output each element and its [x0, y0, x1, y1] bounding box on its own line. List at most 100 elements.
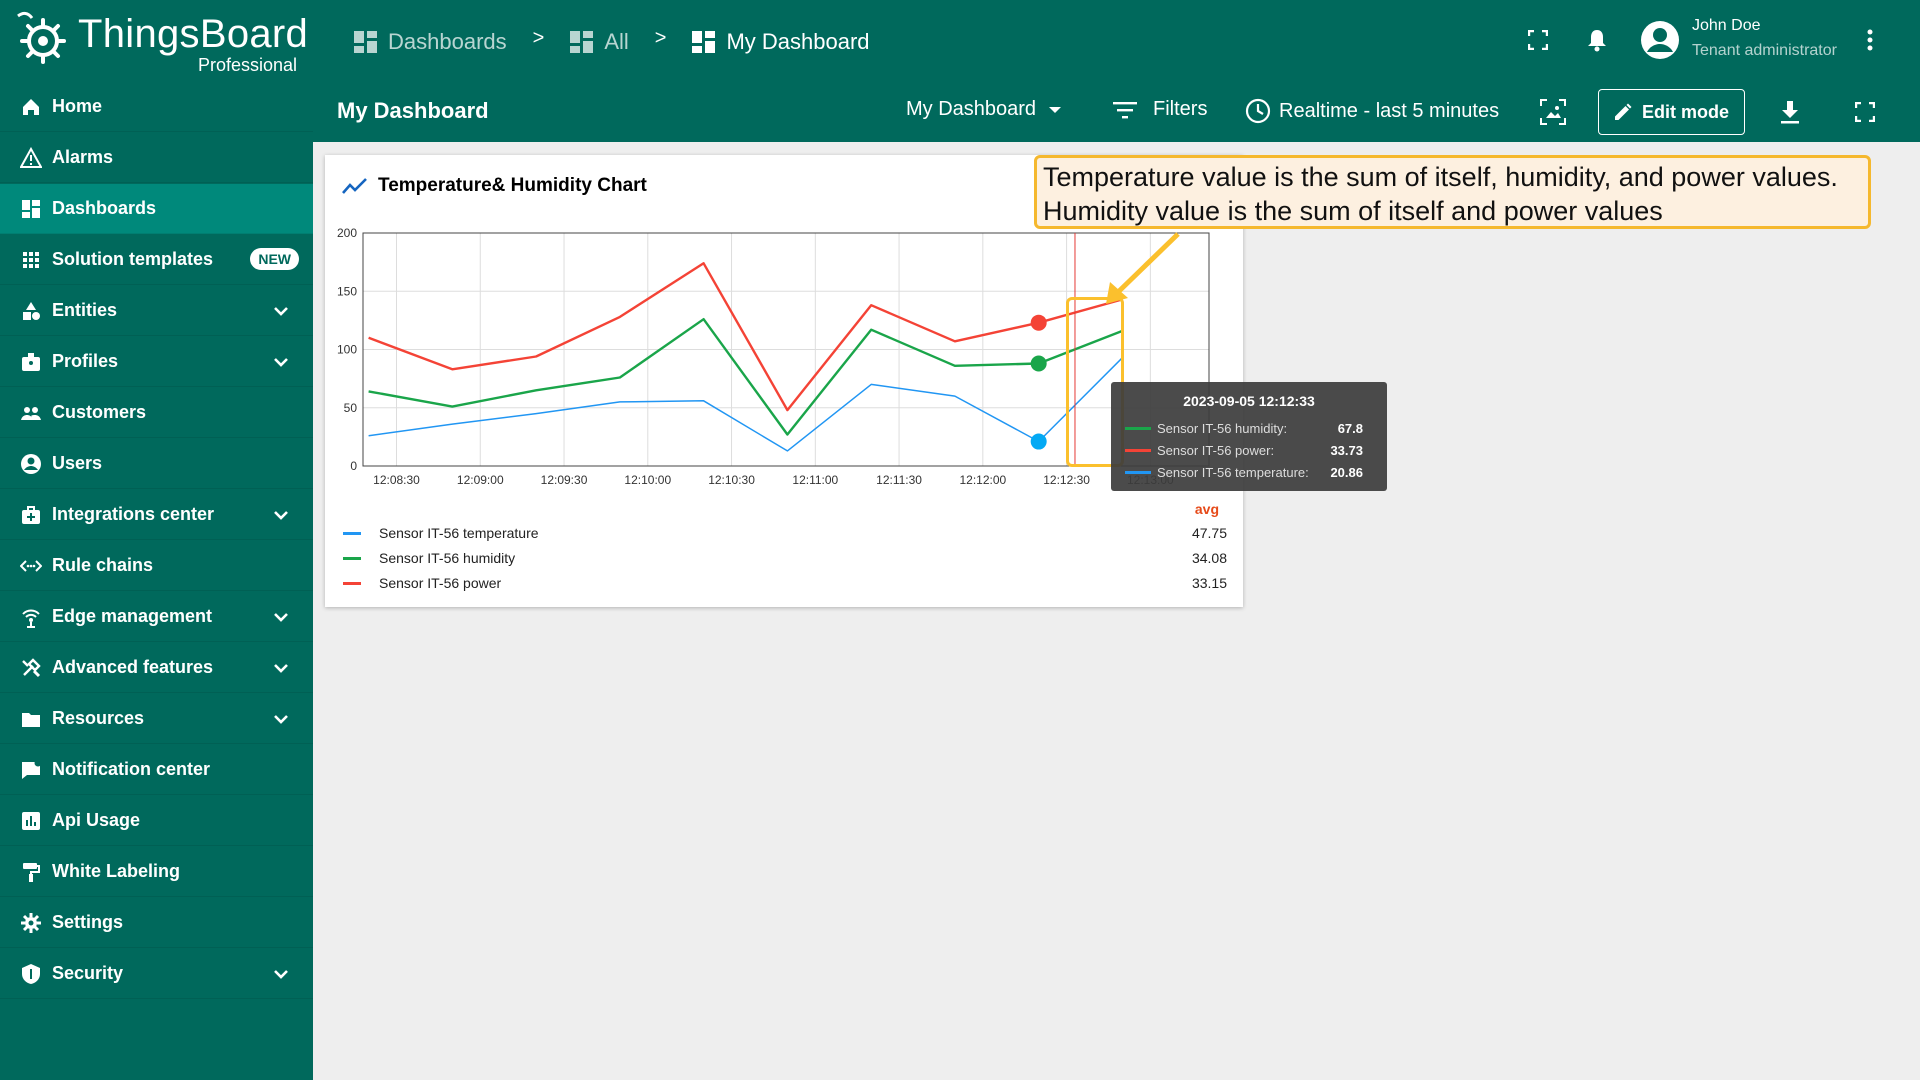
fullscreen-icon: [1528, 30, 1548, 50]
breadcrumb-all[interactable]: All: [570, 29, 629, 55]
category-icon: [20, 300, 42, 322]
sidebar-item-white-labeling[interactable]: White Labeling: [0, 847, 313, 897]
timewindow-button[interactable]: Realtime - last 5 minutes: [1245, 98, 1499, 124]
sidebar-item-solution-templates[interactable]: Solution templates NEW: [0, 235, 313, 285]
sidebar-item-customers[interactable]: Customers: [0, 388, 313, 438]
legend-series-name: Sensor IT-56 temperature: [379, 525, 539, 541]
sidebar-item-rule-chains[interactable]: Rule chains: [0, 541, 313, 591]
breadcrumb-my-dashboard: My Dashboard: [692, 29, 870, 55]
sidebar-item-dashboards[interactable]: Dashboards: [0, 184, 313, 234]
breadcrumb-separator: >: [532, 26, 545, 49]
format-paint-icon: [20, 861, 42, 883]
legend-swatch: [343, 556, 361, 560]
series-line[interactable]: [368, 357, 1123, 452]
sidebar-item-alarms[interactable]: Alarms: [0, 133, 313, 183]
fullscreen-button[interactable]: [1523, 25, 1553, 55]
arrow-drop-down-icon: [1049, 106, 1062, 113]
sidebar-item-security[interactable]: Security: [0, 949, 313, 999]
sidebar-item-label: Advanced features: [52, 657, 214, 677]
chevron-down-icon[interactable]: [271, 301, 291, 321]
sidebar-item-integrations-center[interactable]: Integrations center: [0, 490, 313, 540]
download-button[interactable]: [1775, 97, 1805, 127]
x-tick-label: 12:09:00: [457, 473, 504, 487]
sidebar-item-label: Profiles: [52, 351, 119, 371]
legend-row[interactable]: Sensor IT-56 temperature 47.75: [337, 521, 1227, 545]
sidebar-item-settings[interactable]: Settings: [0, 898, 313, 948]
more-vert-icon: [1867, 29, 1873, 51]
tooltip-row: Sensor IT-56 humidity: 67.8: [1125, 418, 1375, 438]
top-app-bar: ThingsBoard Professional Dashboards > Al…: [0, 0, 1920, 82]
legend-swatch: [343, 531, 361, 535]
tooltip-timestamp: 2023-09-05 12:12:33: [1183, 393, 1315, 409]
sidebar-item-users[interactable]: Users: [0, 439, 313, 489]
user-avatar[interactable]: [1640, 20, 1680, 60]
sidebar-item-resources[interactable]: Resources: [0, 694, 313, 744]
user-role: Tenant administrator: [1692, 42, 1837, 59]
more-menu-button[interactable]: [1855, 25, 1885, 55]
image-capture-icon: [1540, 99, 1566, 125]
chevron-down-icon[interactable]: [271, 352, 291, 372]
sidebar-item-profiles[interactable]: Profiles: [0, 337, 313, 387]
annotation-callout: Temperature value is the sum of itself, …: [1034, 155, 1871, 229]
filters-label: Filters: [1153, 98, 1208, 120]
breadcrumb-dashboards[interactable]: Dashboards: [354, 29, 507, 55]
filters-button[interactable]: Filters: [1113, 98, 1207, 121]
sidebar-item-label: Edge management: [52, 606, 213, 626]
sidebar-item-edge-management[interactable]: Edge management: [0, 592, 313, 642]
sidebar-item-advanced-features[interactable]: Advanced features: [0, 643, 313, 693]
legend-avg-value: 33.15: [1191, 575, 1227, 591]
tooltip-swatch: [1125, 470, 1151, 474]
apps-icon: [20, 249, 42, 271]
x-tick-label: 12:11:00: [792, 473, 838, 487]
y-tick-label: 50: [344, 401, 358, 415]
chevron-down-icon[interactable]: [271, 709, 291, 729]
sidebar-item-home[interactable]: Home: [0, 82, 313, 132]
sidebar-item-label: Home: [52, 96, 103, 116]
sidebar-item-notification-center[interactable]: Notification center: [0, 745, 313, 795]
hover-point: [1030, 355, 1047, 372]
sidebar-item-entities[interactable]: Entities: [0, 286, 313, 336]
legend-avg-value: 47.75: [1191, 525, 1227, 541]
sidebar-item-label: Users: [52, 453, 103, 473]
sidebar-item-label: Resources: [52, 708, 145, 728]
sidebar-item-label: White Labeling: [52, 861, 180, 881]
chevron-down-icon[interactable]: [271, 607, 291, 627]
filter-list-icon: [1113, 101, 1137, 118]
warning-icon: [20, 146, 42, 169]
export-image-button[interactable]: [1538, 97, 1568, 127]
legend-row[interactable]: Sensor IT-56 power 33.15: [337, 571, 1227, 595]
tooltip-series: Sensor IT-56 humidity:: [1157, 420, 1288, 436]
sidebar-item-api-usage[interactable]: Api Usage: [0, 796, 313, 846]
chevron-down-icon[interactable]: [271, 964, 291, 984]
notifications-button[interactable]: [1582, 25, 1612, 55]
x-tick-label: 12:10:00: [624, 473, 671, 487]
series-line[interactable]: [368, 262, 1123, 412]
legend-series-name: Sensor IT-56 power: [379, 575, 502, 591]
integration-icon: [20, 504, 42, 526]
thingsboard-logo-icon: [17, 11, 66, 64]
dashboard-icon: [20, 198, 42, 220]
user-name[interactable]: John Doe: [1692, 17, 1761, 35]
chart-tooltip: 2023-09-05 12:12:33 Sensor IT-56 humidit…: [1111, 382, 1387, 491]
chevron-down-icon[interactable]: [271, 505, 291, 525]
chevron-down-icon[interactable]: [271, 658, 291, 678]
edit-mode-button[interactable]: Edit mode: [1598, 89, 1745, 135]
x-tick-label: 12:10:30: [708, 473, 755, 487]
legend-swatch: [343, 581, 361, 585]
sidebar-item-label: Security: [52, 963, 124, 983]
thingsboard-logo[interactable]: ThingsBoard Professional: [12, 6, 312, 76]
settings-ethernet-icon: [20, 555, 42, 577]
annotation-line-2: Humidity value is the sum of itself and …: [1043, 196, 1663, 226]
dashboard-fullscreen-button[interactable]: [1850, 97, 1880, 127]
dashboard-toolbar: My Dashboard My Dashboard Filters Realti…: [313, 82, 1920, 142]
dashboard-title: My Dashboard: [337, 98, 489, 123]
tooltip-swatch: [1125, 448, 1151, 452]
tooltip-series: Sensor IT-56 temperature:: [1157, 464, 1309, 480]
sidebar-item-label: Notification center: [52, 759, 211, 779]
x-tick-label: 12:08:30: [373, 473, 420, 487]
annotation-line-1: Temperature value is the sum of itself, …: [1043, 162, 1838, 192]
legend-row[interactable]: Sensor IT-56 humidity 34.08: [337, 546, 1227, 570]
sidebar-item-label: Alarms: [52, 147, 114, 167]
dashboard-select[interactable]: My Dashboard: [906, 98, 1062, 121]
tooltip-row: Sensor IT-56 power: 33.73: [1125, 440, 1375, 460]
